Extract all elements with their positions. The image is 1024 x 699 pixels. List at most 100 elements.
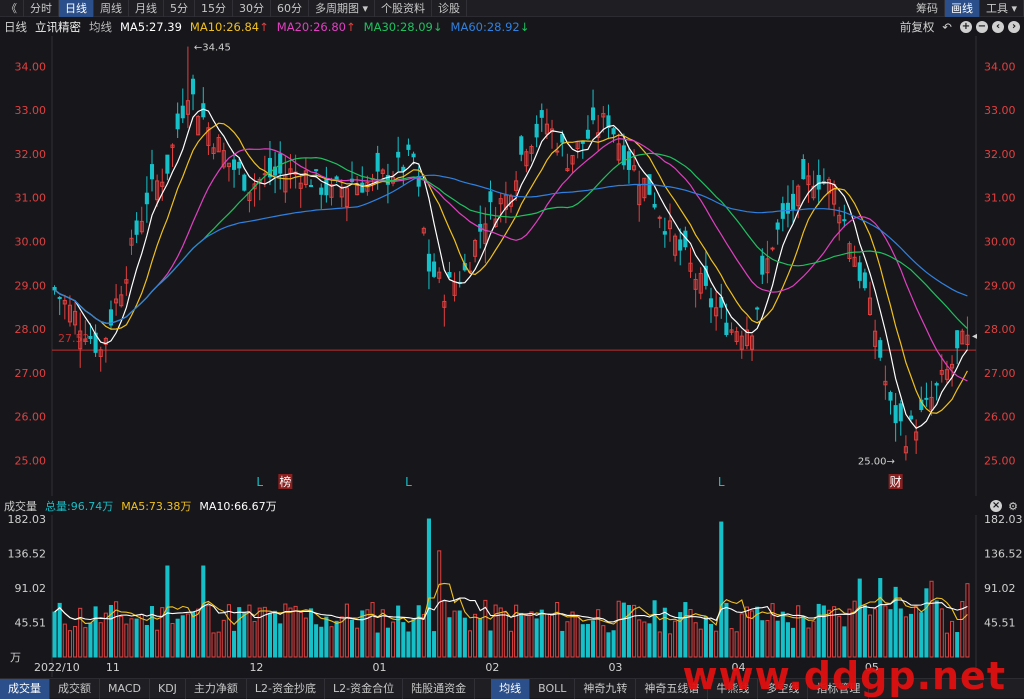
candle-body [175,113,180,130]
candle-body [488,191,493,203]
chips-button[interactable]: 筹码 [910,0,945,17]
volume-bar [134,618,139,658]
volume-bar [334,620,339,658]
price-chart[interactable]: 34.00 34.00 33.00 33.00 32.00 32.00 31.00 31.00… [0,36,1024,496]
indicator-tabs-left: 成交量 成交额 MACD KDJ 主力净额 L2-资金抄底 L2-资金合位 陆股通资金 [0,678,476,699]
candle-body [52,287,57,291]
indicator-tab-left-2[interactable]: MACD [100,678,150,699]
volume-bar [83,627,88,658]
volume-bar [837,615,842,658]
volume-chart[interactable]: 182.03 182.03 136.52 136.52 91.02 91.02 45.51 4… [0,515,1024,677]
indicator-tab-left-4[interactable]: 主力净额 [186,678,247,699]
volume-bar [826,609,832,658]
date-label: 01 [373,661,387,674]
volume-bar [606,632,611,658]
ma30-text: MA30:28.09 [363,19,433,34]
tab-period-4[interactable]: 5分 [164,0,195,17]
tab-period-2[interactable]: 周线 [94,0,129,17]
tab-period-9[interactable]: 个股资料 [375,0,433,17]
candle-body [88,336,93,340]
date-label: 03 [608,661,622,674]
undo-icon[interactable]: ↶ [942,20,952,34]
zoom-in-icon[interactable]: + [960,20,972,33]
period-tabs: 分时 日线 周线 月线 5分 15分 30分 60分 多周期图 ▾ 个股资料 诊股 [24,0,468,17]
volume-ma10: MA10:66.67万 [199,500,277,513]
volume-bar [801,615,806,658]
candle-body [708,298,714,308]
close-volume-icon[interactable]: × [990,500,1003,512]
ma30-value: MA30:28.09↓ [363,19,443,34]
tab-period-1[interactable]: 日线 [59,0,94,17]
volume-bar [775,620,780,658]
candle-body [278,153,283,174]
volume-bar [288,607,293,658]
candle-body [580,140,585,144]
volume-bar [965,583,970,658]
candle-body [180,105,185,119]
candle-body [360,182,365,193]
tab-period-7[interactable]: 60分 [271,0,309,17]
ma10-line [54,122,968,414]
volume-bar [380,609,385,658]
volume-total: 总量:96.74万 [45,500,114,513]
indicator-tab-right-0[interactable]: 均线 [491,678,531,699]
tab-period-0[interactable]: 分时 [24,0,59,17]
volume-bar [278,623,283,658]
ma60-value: MA60:28.92↓ [450,19,530,34]
volume-bar [662,607,667,658]
indicator-tab-left-0[interactable]: 成交量 [0,678,50,699]
watermark: www.ddgp.net [682,654,1006,698]
volume-bar [873,608,878,658]
indicator-tab-left-1[interactable]: 成交额 [50,678,100,699]
candle-body [190,78,196,95]
volume-bar [226,604,231,658]
volume-bar [549,614,555,658]
volume-bar [519,612,524,658]
volume-bar [534,618,539,658]
tab-period-10[interactable]: 诊股 [432,0,468,17]
collapse-icon[interactable]: 《 [0,0,24,17]
volume-bar [452,610,457,658]
candle-body [324,178,329,196]
volume-bar [842,626,847,658]
volume-title: 成交量 [4,500,37,513]
high-annotation: ←34.45 [194,43,231,54]
volume-bar [196,608,201,658]
volume-bar [88,622,93,658]
scroll-right-icon[interactable]: › [1008,20,1020,33]
candle-body [165,154,170,174]
indicator-tab-left-7[interactable]: 陆股通资金 [403,678,476,699]
volume-bar [57,602,62,658]
indicator-tab-right-2[interactable]: 神奇九转 [575,678,637,699]
volume-bar [201,565,206,658]
price-tick-left: 34.00 [15,60,47,73]
volume-bar [616,600,621,658]
zoom-out-icon[interactable]: − [976,20,988,33]
ma10-value: MA10:26.84↑ [189,19,269,34]
indicator-tab-left-3[interactable]: KDJ [150,678,186,699]
candle-body [432,261,437,277]
candle-body [262,173,267,176]
indicator-tab-left-5[interactable]: L2-资金抄底 [247,678,326,699]
volume-bar [806,627,811,658]
draw-line-button[interactable]: 画线 [944,0,980,17]
volume-bar [385,627,390,658]
candle-body [411,153,416,158]
vol-tick-left: 45.51 [15,616,47,629]
settings-gear-icon[interactable]: ⚙ [1008,500,1018,513]
price-tick-left: 28.00 [15,323,47,336]
indicator-tab-left-6[interactable]: L2-资金合位 [325,678,404,699]
tab-period-5[interactable]: 15分 [195,0,233,17]
tools-button[interactable]: 工具 ▾ [980,0,1024,17]
candle-body [801,159,806,180]
indicator-tab-right-1[interactable]: BOLL [530,678,576,699]
scroll-left-icon[interactable]: ‹ [992,20,1004,33]
volume-bar [98,622,103,658]
price-tick-right: 26.00 [984,411,1016,424]
volume-bar [365,609,370,658]
adjust-button[interactable]: 前复权 [900,19,935,35]
tab-period-6[interactable]: 30分 [233,0,271,17]
volume-bar [950,620,955,658]
tab-period-8[interactable]: 多周期图 ▾ [309,0,376,17]
tab-period-3[interactable]: 月线 [129,0,164,17]
